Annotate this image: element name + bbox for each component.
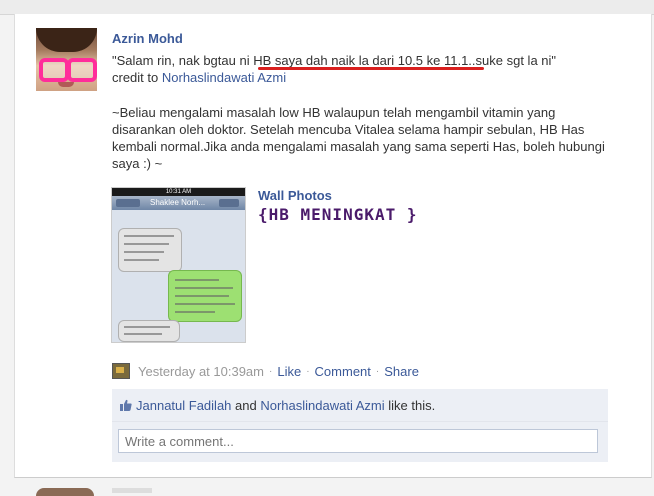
separator-dot: · [306, 365, 310, 377]
phone-back-button [116, 199, 140, 207]
album-link[interactable]: Wall Photos [258, 188, 332, 203]
likes-and: and [235, 398, 257, 413]
comment-input[interactable] [118, 429, 598, 453]
next-post-avatar[interactable] [36, 488, 94, 496]
next-post-author [112, 488, 152, 493]
phone-messages [112, 210, 245, 342]
message-bubble-received [118, 228, 182, 272]
liker-link[interactable]: Jannatul Fadilah [136, 398, 231, 413]
top-border [0, 0, 654, 15]
post-author[interactable]: Azrin Mohd [112, 31, 183, 46]
separator-dot: · [375, 365, 380, 377]
comment-link[interactable]: Comment [315, 364, 371, 379]
phone-contact-name: Shaklee Norh... [150, 198, 206, 207]
liker-link[interactable]: Norhaslindawati Azmi [260, 398, 384, 413]
share-link[interactable]: Share [384, 364, 419, 379]
photo-caption: {HB MENINGKAT } [258, 205, 418, 224]
message-bubble-received-2 [118, 320, 180, 342]
comment-box [112, 422, 608, 462]
author-avatar[interactable] [36, 28, 97, 91]
like-link[interactable]: Like [277, 364, 301, 379]
avatar-mouth [58, 82, 74, 87]
likes-box: Jannatul Fadilah and Norhaslindawati Azm… [112, 389, 608, 422]
likes-text: Jannatul Fadilah and Norhaslindawati Azm… [136, 398, 435, 413]
avatar-glasses-right [67, 58, 97, 82]
post-timestamp[interactable]: Yesterday at 10:39am [138, 364, 264, 379]
phone-status-bar: 10:31 AM [112, 188, 245, 196]
credit-prefix: credit to [112, 70, 159, 85]
red-underline-annotation [258, 67, 484, 70]
thumbs-up-icon [120, 399, 132, 411]
avatar-glasses-left [39, 58, 69, 82]
phone-edit-button [219, 199, 239, 207]
avatar-hair [36, 28, 97, 52]
credit-line: credit to Norhaslindawati Azmi [112, 70, 286, 85]
separator-dot: · [269, 365, 273, 377]
credit-name-link[interactable]: Norhaslindawati Azmi [162, 70, 286, 85]
photo-icon [112, 363, 130, 379]
attachment-photo[interactable]: 10:31 AM Shaklee Norh... [111, 187, 246, 343]
post-meta-row: Yesterday at 10:39am · Like · Comment · … [112, 361, 419, 381]
likes-suffix: like this. [388, 398, 436, 413]
phone-nav-bar: Shaklee Norh... [112, 196, 245, 210]
message-bubble-sent [168, 270, 242, 322]
post-body: ~Beliau mengalami masalah low HB walaupu… [112, 105, 605, 171]
